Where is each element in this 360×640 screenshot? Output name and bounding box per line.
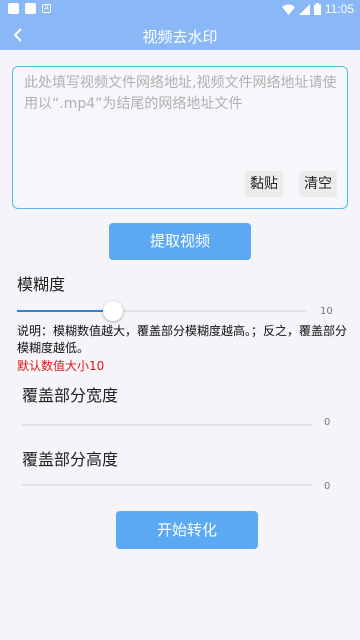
default-value-note: 默认数值大小10 xyxy=(17,359,105,373)
paste-button[interactable]: 黏贴 xyxy=(245,171,283,197)
title-bar: 视频去水印 xyxy=(0,20,360,50)
gallery-icon xyxy=(8,3,19,14)
wifi-icon xyxy=(281,4,295,15)
video-url-input[interactable] xyxy=(24,73,342,169)
blur-description: 说明：模糊数值越大，覆盖部分模糊度越高。；反之，覆盖部分模糊度越低。 xyxy=(17,324,348,355)
clock: 11:05 xyxy=(324,2,354,16)
page-title: 视频去水印 xyxy=(142,28,218,46)
notification-icons: A xyxy=(8,3,51,14)
cover-width-slider[interactable] xyxy=(22,418,312,430)
extract-video-button[interactable]: 提取视频 xyxy=(109,223,251,260)
blur-slider[interactable] xyxy=(17,301,307,321)
status-bar: A 11:05 xyxy=(0,0,360,20)
blur-label: 模糊度 xyxy=(17,275,66,294)
blur-slider-fill xyxy=(17,310,113,312)
cover-width-slider-track xyxy=(22,424,312,426)
blur-value: 10 xyxy=(320,306,333,317)
video-url-box: 黏贴 清空 xyxy=(12,66,348,209)
signal-icon xyxy=(298,3,310,15)
cover-height-slider[interactable] xyxy=(22,479,312,491)
cover-width-value: 0 xyxy=(324,417,331,428)
clear-button[interactable]: 清空 xyxy=(299,171,337,197)
cover-width-label: 覆盖部分宽度 xyxy=(22,386,119,405)
text-a-icon: A xyxy=(42,4,51,13)
blur-slider-thumb[interactable] xyxy=(103,301,123,321)
battery-icon xyxy=(313,3,321,15)
cover-height-slider-track xyxy=(22,484,312,486)
system-icons: 11:05 xyxy=(281,2,354,16)
start-convert-button[interactable]: 开始转化 xyxy=(116,511,258,549)
app-icon xyxy=(25,3,36,14)
cover-height-label: 覆盖部分高度 xyxy=(22,450,119,469)
cover-height-value: 0 xyxy=(324,481,331,492)
